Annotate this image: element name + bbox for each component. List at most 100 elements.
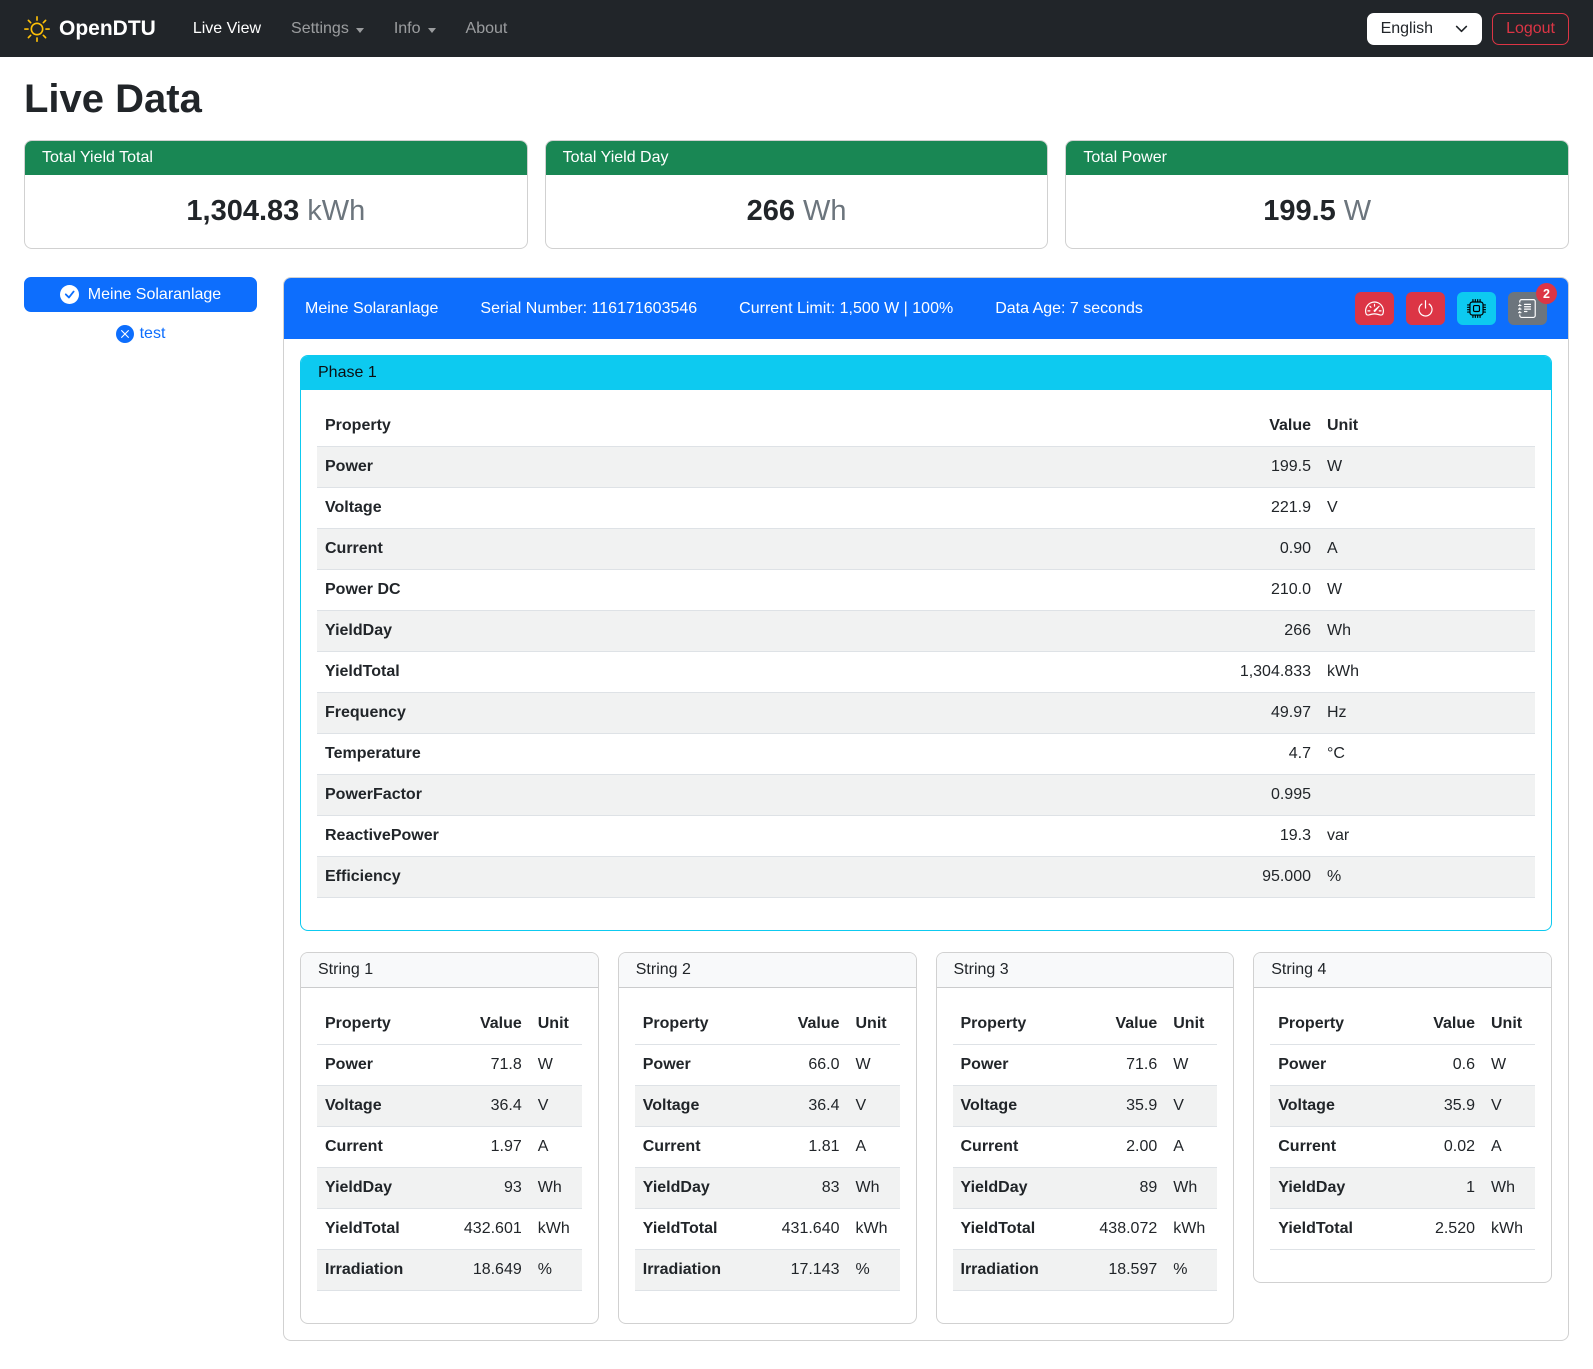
card-value-row: 1,304.83kWh	[25, 175, 527, 248]
value-cell: 266	[1189, 611, 1319, 652]
table-row: PowerFactor0.995	[317, 775, 1535, 816]
property-cell: YieldDay	[1270, 1168, 1391, 1209]
property-cell: Temperature	[317, 734, 1189, 775]
property-cell: Voltage	[635, 1086, 756, 1127]
unit-header: Unit	[530, 1004, 582, 1045]
property-header: Property	[317, 406, 1189, 447]
unit-cell: V	[1483, 1086, 1535, 1127]
inverter-select-label: Meine Solaranlage	[88, 286, 221, 304]
nav-about-label: About	[466, 20, 508, 38]
property-cell: PowerFactor	[317, 775, 1189, 816]
string-2-card: String 2 Property Value Unit	[618, 952, 917, 1324]
nav-settings[interactable]: Settings	[276, 12, 379, 46]
table-row: Voltage35.9V	[953, 1086, 1218, 1127]
value-cell: 431.640	[756, 1209, 848, 1250]
unit-cell: A	[1165, 1127, 1217, 1168]
value-cell: 66.0	[756, 1045, 848, 1086]
event-log-button[interactable]: 2	[1508, 292, 1547, 325]
unit-cell: °C	[1319, 734, 1535, 775]
table-row: YieldTotal438.072kWh	[953, 1209, 1218, 1250]
inverter-name: Meine Solaranlage	[305, 300, 438, 318]
logout-button[interactable]: Logout	[1492, 13, 1569, 45]
value-header: Value	[1391, 1004, 1483, 1045]
property-cell: YieldDay	[953, 1168, 1074, 1209]
property-cell: Irradiation	[953, 1250, 1074, 1291]
unit-cell: kWh	[1319, 652, 1535, 693]
device-info-button[interactable]	[1457, 292, 1496, 325]
string-card-title: String 1	[301, 953, 598, 988]
table-header-row: Property Value Unit	[317, 1004, 582, 1045]
property-cell: YieldTotal	[317, 1209, 438, 1250]
value-header: Value	[438, 1004, 530, 1045]
property-cell: Power DC	[317, 570, 1189, 611]
unit-cell: A	[1483, 1127, 1535, 1168]
phase-table-body: Power199.5WVoltage221.9VCurrent0.90APowe…	[317, 447, 1535, 898]
property-cell: Voltage	[953, 1086, 1074, 1127]
string-3-card: String 3 Property Value Unit	[936, 952, 1235, 1324]
navbar: OpenDTU Live View Settings Info About En…	[0, 0, 1593, 57]
unit-cell: kWh	[1483, 1209, 1535, 1250]
property-cell: Frequency	[317, 693, 1189, 734]
card-value: 1,304.83	[186, 195, 299, 227]
main-content: Live Data Total Yield Total 1,304.83kWh …	[0, 57, 1593, 1369]
inverter-select-button[interactable]: Meine Solaranlage	[24, 277, 257, 312]
unit-cell: %	[530, 1250, 582, 1291]
caret-down-icon	[428, 28, 436, 33]
property-cell: YieldDay	[317, 1168, 438, 1209]
inverter-sidebar: Meine Solaranlage test	[24, 277, 257, 343]
check-circle-icon	[60, 285, 79, 304]
table-row: YieldDay1Wh	[1270, 1168, 1535, 1209]
nav-info-label: Info	[394, 20, 421, 38]
inverter-item-test[interactable]: test	[116, 325, 166, 343]
brand[interactable]: OpenDTU	[24, 16, 156, 42]
table-head: Property Value Unit	[953, 1004, 1218, 1045]
table-row: Voltage36.4V	[317, 1086, 582, 1127]
cpu-icon	[1467, 299, 1486, 318]
value-cell: 1.81	[756, 1127, 848, 1168]
unit-header: Unit	[1483, 1004, 1535, 1045]
string-card-body: Property Value Unit Power71.8WVoltage36.…	[301, 988, 598, 1323]
limit-settings-button[interactable]	[1355, 292, 1394, 325]
caret-down-icon	[356, 28, 364, 33]
unit-cell: kWh	[848, 1209, 900, 1250]
property-header: Property	[953, 1004, 1074, 1045]
table-row: YieldTotal2.520kWh	[1270, 1209, 1535, 1250]
x-circle-icon	[116, 325, 134, 343]
unit-cell: Wh	[1319, 611, 1535, 652]
string-3-table-body: Power71.6WVoltage35.9VCurrent2.00AYieldD…	[953, 1045, 1218, 1291]
string-4-table-body: Power0.6WVoltage35.9VCurrent0.02AYieldDa…	[1270, 1045, 1535, 1250]
unit-cell: Wh	[1483, 1168, 1535, 1209]
table-row: YieldTotal431.640kWh	[635, 1209, 900, 1250]
total-yield-day-card: Total Yield Day 266Wh	[545, 140, 1049, 249]
card-unit: kWh	[307, 195, 365, 227]
property-cell: YieldTotal	[1270, 1209, 1391, 1250]
table-row: Power66.0W	[635, 1045, 900, 1086]
table-row: Power199.5W	[317, 447, 1535, 488]
value-cell: 0.90	[1189, 529, 1319, 570]
power-settings-button[interactable]	[1406, 292, 1445, 325]
property-cell: YieldTotal	[953, 1209, 1074, 1250]
nav-about[interactable]: About	[451, 12, 523, 46]
unit-cell: Wh	[530, 1168, 582, 1209]
nav-links: Live View Settings Info About	[178, 12, 523, 46]
unit-cell: W	[1483, 1045, 1535, 1086]
unit-cell: %	[1319, 857, 1535, 898]
total-yield-total-card: Total Yield Total 1,304.83kWh	[24, 140, 528, 249]
card-unit: Wh	[803, 195, 847, 227]
language-select[interactable]: English	[1367, 13, 1482, 45]
table-row: Current0.90A	[317, 529, 1535, 570]
card-title: Total Power	[1066, 141, 1568, 175]
value-cell: 36.4	[438, 1086, 530, 1127]
value-cell: 18.597	[1073, 1250, 1165, 1291]
string-3-table: Property Value Unit Power71.6WVoltage35.…	[953, 1004, 1218, 1291]
table-header-row: Property Value Unit	[953, 1004, 1218, 1045]
unit-cell: W	[1165, 1045, 1217, 1086]
nav-live-view[interactable]: Live View	[178, 12, 276, 46]
nav-info[interactable]: Info	[379, 12, 451, 46]
card-value-row: 199.5W	[1066, 175, 1568, 248]
inverter-data-age: Data Age: 7 seconds	[995, 300, 1143, 318]
property-cell: Power	[635, 1045, 756, 1086]
table-header-row: Property Value Unit	[635, 1004, 900, 1045]
property-cell: YieldDay	[317, 611, 1189, 652]
unit-cell: V	[1319, 488, 1535, 529]
